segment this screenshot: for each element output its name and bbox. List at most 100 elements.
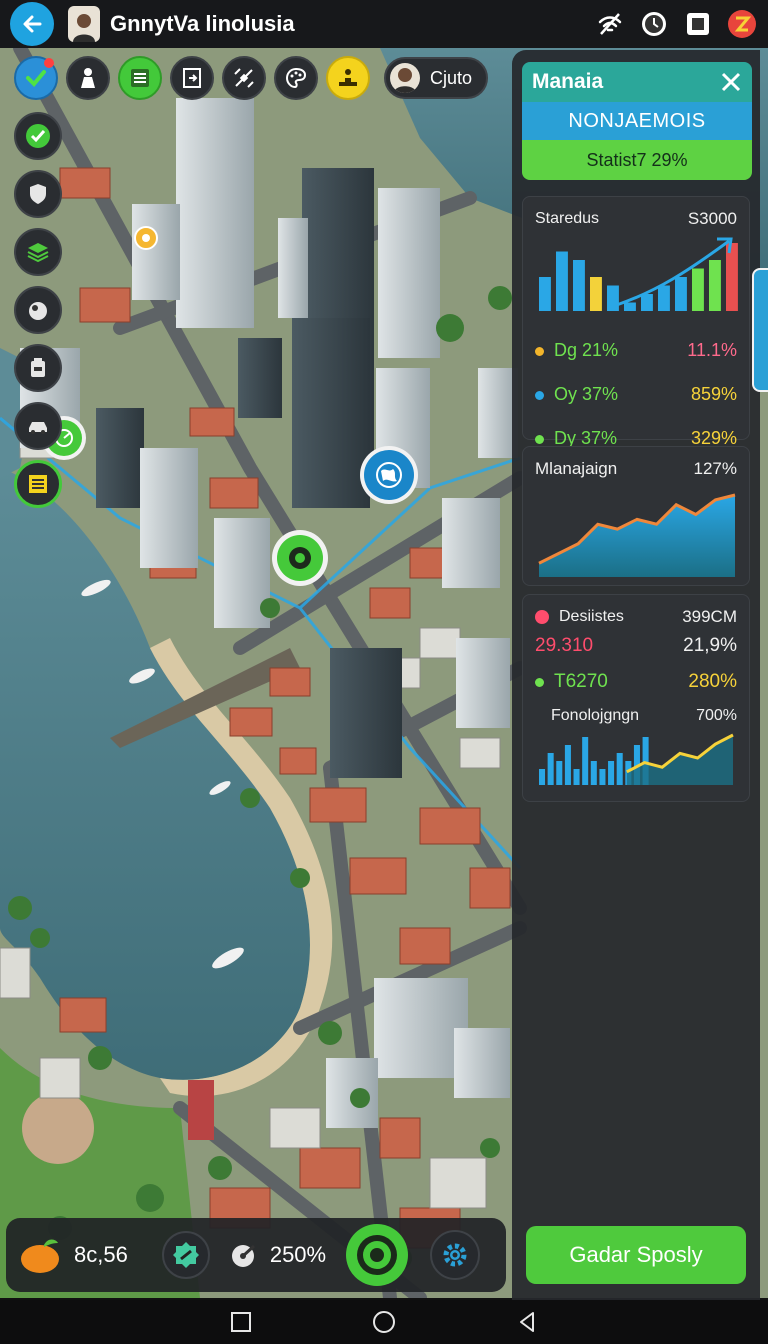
signal-off-icon[interactable] — [594, 8, 626, 40]
legend-dot — [535, 390, 544, 400]
worker-tool-button[interactable] — [66, 56, 110, 100]
stats-card-management[interactable]: Mlanajaign 127% — [522, 446, 750, 586]
overview-row: Dg 21% 11.1% — [535, 328, 737, 372]
user-profile-button[interactable]: Cjuto — [384, 57, 489, 99]
overview-chart — [539, 237, 738, 311]
chart-bar — [709, 260, 721, 311]
chart-bar — [607, 285, 619, 311]
panel-status: Statist7 29% — [522, 140, 752, 180]
exit-tool-button[interactable] — [170, 56, 214, 100]
tool-row: Cjuto — [14, 56, 489, 100]
primary-action-button[interactable]: Gadar Sposly — [526, 1226, 746, 1284]
management-area-chart — [538, 493, 736, 577]
card1-title: Staredus — [535, 210, 600, 227]
clock-icon[interactable] — [638, 8, 670, 40]
car-icon — [29, 422, 47, 434]
chart-bar — [590, 277, 602, 311]
back-button[interactable] — [10, 2, 54, 46]
home-icon[interactable] — [371, 1309, 397, 1335]
vehicle-button[interactable] — [14, 402, 62, 450]
chart-bar — [582, 737, 589, 785]
card3-title: Desiistes — [559, 608, 624, 625]
layers-button[interactable] — [14, 228, 62, 276]
target-action-button[interactable] — [346, 1224, 409, 1286]
left-tool-column — [14, 112, 62, 508]
check-tool-button[interactable] — [14, 56, 58, 100]
legend-dot — [535, 434, 544, 444]
legend-dot — [535, 346, 544, 356]
chart-bar — [641, 294, 653, 311]
notes-icon — [29, 475, 47, 493]
app-avatar — [68, 6, 100, 42]
app-title: GnnytVa linolusia — [110, 11, 295, 36]
card3-sub-title: Fonolojgngn — [551, 707, 640, 724]
legend-dot — [535, 609, 549, 624]
window-icon[interactable] — [682, 8, 714, 40]
card3-value: 399CM — [682, 607, 737, 626]
percent-value: 250% — [269, 1242, 327, 1267]
palette-tool-button[interactable] — [274, 56, 318, 100]
exit-icon — [183, 68, 201, 88]
overview-rows: Dg 21% 11.1% Oy 37% 859% Dy 37% 329% — [535, 328, 737, 460]
chart-bar — [539, 769, 546, 785]
badge-button[interactable] — [161, 1231, 210, 1279]
power-badge-icon[interactable] — [726, 8, 758, 40]
chart-bar — [692, 268, 704, 311]
target-icon — [357, 1235, 398, 1275]
chart-bar — [624, 302, 636, 311]
approve-button[interactable] — [14, 112, 62, 160]
globe-marker[interactable] — [360, 446, 418, 504]
shield-button[interactable] — [14, 170, 62, 218]
notes-button[interactable] — [14, 460, 62, 508]
gear-icon — [443, 1243, 467, 1267]
efficiency-counter[interactable]: 250% — [230, 1240, 326, 1270]
podium-icon — [339, 69, 357, 86]
satellite-tool-button[interactable] — [222, 56, 266, 100]
stats-card-details[interactable]: Desiistes 399CM 29.310 21,9% T6270 280% … — [522, 594, 750, 802]
gauge-icon — [231, 1244, 255, 1267]
target-marker[interactable] — [272, 530, 328, 586]
back-nav-icon[interactable] — [515, 1310, 539, 1334]
stats-panel: Manaia NONJAEMOIS Statist7 29% Staredus … — [512, 50, 760, 1300]
chart-bar — [573, 769, 580, 785]
shield-icon — [30, 184, 46, 204]
location-pin-marker[interactable] — [134, 226, 158, 250]
chart-bar — [616, 753, 623, 785]
arrow-left-icon — [23, 15, 42, 33]
row-label: Dy 37% — [554, 427, 618, 448]
card1-value: S3000 — [687, 209, 737, 228]
recent-apps-icon[interactable] — [229, 1310, 253, 1334]
legend-dot — [535, 678, 544, 688]
system-nav-bar — [0, 1300, 768, 1344]
card3-row1-label: 29.310 — [535, 635, 594, 656]
user-name: Cjuto — [430, 67, 473, 88]
settings-button[interactable] — [430, 1230, 481, 1280]
chart-bar — [658, 285, 670, 311]
chart-bar — [539, 277, 551, 311]
top-bar: GnnytVa linolusia — [0, 0, 768, 48]
card3-row2-value: 280% — [688, 671, 737, 692]
satellite-icon — [234, 68, 254, 88]
card3-row2-label: T6270 — [554, 671, 608, 692]
stats-card-overview[interactable]: Staredus S3000 Dg 21% 11.1% Oy 37% 859% … — [522, 196, 750, 448]
jar-icon — [31, 358, 45, 377]
chart-bar — [573, 260, 585, 311]
storage-button[interactable] — [14, 344, 62, 392]
chart-bar — [726, 243, 738, 311]
details-chart — [539, 733, 734, 785]
chart-bar — [556, 761, 563, 785]
rock-icon — [29, 302, 47, 320]
chart-bar — [556, 251, 568, 311]
resource-button[interactable] — [14, 286, 62, 334]
side-drawer-tab[interactable] — [752, 268, 768, 392]
chart-bar — [675, 277, 687, 311]
person-portrait-icon — [73, 14, 95, 42]
close-icon[interactable] — [720, 71, 742, 93]
podium-tool-button[interactable] — [326, 56, 370, 100]
chart-bar — [590, 761, 597, 785]
chart-bar — [599, 769, 606, 785]
check-circle-icon — [26, 124, 50, 148]
card3-sub-value: 700% — [696, 707, 737, 724]
list-tool-button[interactable] — [118, 56, 162, 100]
resource-counter[interactable]: 8c,56 — [18, 1235, 128, 1275]
